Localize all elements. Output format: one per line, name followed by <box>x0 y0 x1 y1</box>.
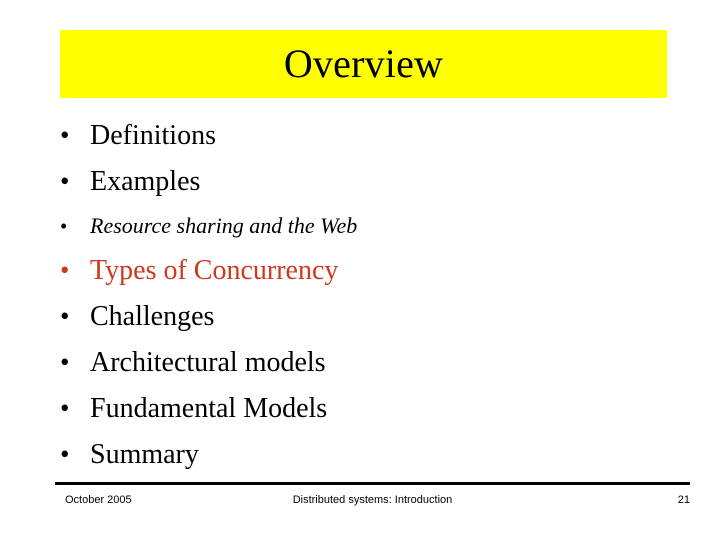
list-item-label: Types of Concurrency <box>90 255 339 286</box>
list-item: • Summary <box>60 431 680 477</box>
bullet-point-icon: • <box>60 301 70 331</box>
page-title: Overview <box>283 41 444 86</box>
bullet-point-icon: • <box>60 166 70 196</box>
list-item: • Architectural models <box>60 339 680 385</box>
footer-divider <box>55 482 690 485</box>
list-item-label: Fundamental Models <box>90 393 328 424</box>
list-item-label: Challenges <box>90 301 215 332</box>
bullet-list: • Definitions • Examples • Resource shar… <box>60 112 680 477</box>
title-banner: Overview <box>60 30 667 98</box>
list-item: • Definitions <box>60 112 680 158</box>
list-item-label: Definitions <box>90 120 216 151</box>
list-item-label: Summary <box>90 439 199 470</box>
list-item-label: Architectural models <box>90 347 326 378</box>
bullet-point-icon: • <box>60 347 70 377</box>
list-item: • Resource sharing and the Web <box>60 204 680 247</box>
bullet-point-icon: • <box>60 393 70 423</box>
slide-canvas: Overview • Definitions • Examples • Reso… <box>0 0 720 540</box>
list-item-highlighted: • Types of Concurrency <box>60 247 680 293</box>
bullet-point-icon: • <box>60 120 70 150</box>
bullet-point-icon: • <box>60 255 70 285</box>
list-item: • Fundamental Models <box>60 385 680 431</box>
footer-page-number: 21 <box>677 494 690 506</box>
list-item: • Challenges <box>60 293 680 339</box>
bullet-point-icon: • <box>60 439 70 469</box>
list-item-label: Examples <box>90 166 201 197</box>
footer-subject: Distributed systems: Introduction <box>292 494 453 506</box>
slide-footer: October 2005 Distributed systems: Introd… <box>55 494 690 514</box>
list-item: • Examples <box>60 158 680 204</box>
bullet-point-icon: • <box>60 214 68 238</box>
list-item-label: Resource sharing and the Web <box>90 213 358 238</box>
